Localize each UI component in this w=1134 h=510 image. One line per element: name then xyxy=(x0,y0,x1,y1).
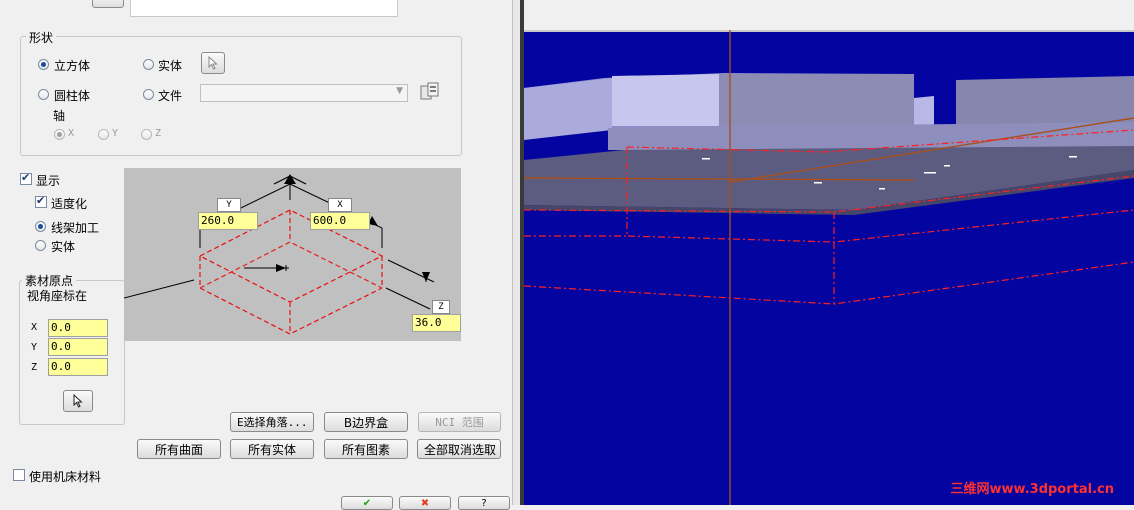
open-file-button[interactable] xyxy=(419,80,441,102)
select-origin-button[interactable] xyxy=(63,390,93,412)
bounding-box-button[interactable]: B边界盒 xyxy=(324,412,408,432)
axis-z-radio[interactable] xyxy=(141,129,152,140)
origin-y-label: Y xyxy=(31,342,38,353)
nci-range-button[interactable]: NCI 范围 xyxy=(418,412,501,432)
top-partial-button[interactable] xyxy=(92,0,124,8)
axis-label: 轴 xyxy=(53,109,66,123)
machine-material-checkbox[interactable] xyxy=(13,469,25,481)
cursor-arrow-icon xyxy=(208,55,218,70)
axis-x-label: X xyxy=(68,128,75,139)
file-select[interactable]: ▼ xyxy=(200,84,408,102)
open-file-icon xyxy=(420,82,439,100)
diagram-z-tag: Z xyxy=(432,300,450,314)
stock-origin-subtitle: 视角座标在 xyxy=(27,289,88,303)
axis-y-radio[interactable] xyxy=(98,129,109,140)
file-label: 文件 xyxy=(158,89,183,103)
all-solids-button[interactable]: 所有实体 xyxy=(230,439,314,459)
cursor-arrow-icon xyxy=(73,393,83,408)
origin-x-label: X xyxy=(31,322,38,333)
stock-diagram: Y 260.0 X 600.0 Z 36.0 xyxy=(124,168,461,341)
viewport-scene xyxy=(524,30,1134,505)
diagram-z-input[interactable]: 36.0 xyxy=(412,314,461,332)
fit-label: 适度化 xyxy=(51,197,88,211)
stock-wireframe-diagram xyxy=(124,174,435,335)
cube-label: 立方体 xyxy=(54,59,91,73)
axis-z-label: Z xyxy=(155,128,162,139)
select-corner-button[interactable]: E选择角落... xyxy=(230,412,314,432)
stock-setup-dialog: 形状 立方体 实体 圆柱体 文件 ▼ 轴 X Y Z 显示 适度化 线架加工 实… xyxy=(0,0,512,510)
wireframe-radio[interactable] xyxy=(35,221,46,232)
all-surfaces-button[interactable]: 所有曲面 xyxy=(137,439,221,459)
shape-group-title: 形状 xyxy=(26,29,57,46)
help-button[interactable]: ? xyxy=(458,496,510,510)
axis-y-label: Y xyxy=(112,128,119,139)
chevron-down-icon: ▼ xyxy=(396,86,403,96)
file-radio[interactable] xyxy=(143,89,154,100)
deselect-all-button[interactable]: 全部取消选取 xyxy=(417,439,501,459)
watermark-text: 三维网www.3dportal.cn xyxy=(950,482,1114,497)
cancel-icon: ✖ xyxy=(420,498,430,509)
diagram-y-tag: Y xyxy=(217,198,241,212)
display-solid-label: 实体 xyxy=(51,240,76,254)
origin-x-input[interactable]: 0.0 xyxy=(48,319,108,337)
origin-z-label: Z xyxy=(31,362,38,373)
cancel-button[interactable]: ✖ xyxy=(399,496,451,510)
ok-button[interactable]: ✔ xyxy=(341,496,393,510)
help-icon: ? xyxy=(481,498,487,509)
solid-radio[interactable] xyxy=(143,59,154,70)
diagram-y-input[interactable]: 260.0 xyxy=(198,212,258,230)
display-solid-radio[interactable] xyxy=(35,240,46,251)
fit-checkbox[interactable] xyxy=(35,194,47,208)
display-label: 显示 xyxy=(36,174,61,188)
cube-radio[interactable] xyxy=(38,59,49,70)
all-entities-button[interactable]: 所有图素 xyxy=(324,439,408,459)
axis-x-radio[interactable] xyxy=(54,129,65,140)
solid-label: 实体 xyxy=(158,59,183,73)
top-partial-field[interactable] xyxy=(130,0,398,17)
select-solid-button[interactable] xyxy=(201,52,225,74)
wireframe-label: 线架加工 xyxy=(51,221,100,235)
graphics-viewport[interactable]: 三维网www.3dportal.cn xyxy=(524,0,1134,505)
display-checkbox[interactable] xyxy=(20,171,32,185)
origin-z-input[interactable]: 0.0 xyxy=(48,358,108,376)
diagram-x-input[interactable]: 600.0 xyxy=(310,212,370,230)
check-icon: ✔ xyxy=(362,498,372,509)
cylinder-radio[interactable] xyxy=(38,89,49,100)
cylinder-label: 圆柱体 xyxy=(54,89,91,103)
machine-material-label: 使用机床材料 xyxy=(29,470,102,484)
origin-y-input[interactable]: 0.0 xyxy=(48,338,108,356)
diagram-x-tag: X xyxy=(328,198,352,212)
